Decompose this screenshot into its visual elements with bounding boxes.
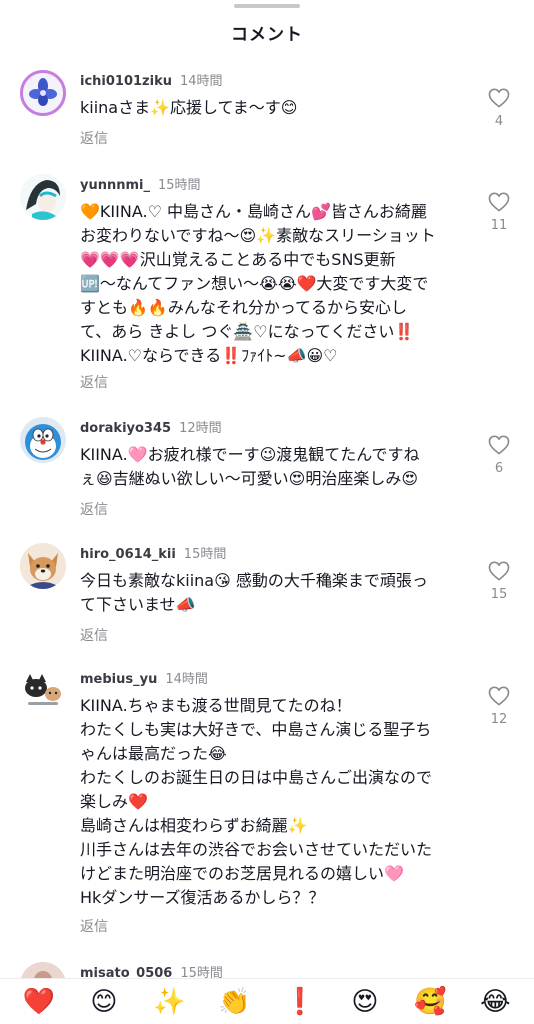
avatar-cats-illustration: [20, 668, 66, 714]
username[interactable]: ichi0101ziku: [80, 74, 172, 89]
like-count: 6: [494, 461, 504, 476]
like-count: 4: [494, 114, 504, 129]
like-count: 12: [490, 712, 508, 727]
emoji-sparkles-button[interactable]: ✨: [141, 987, 197, 1017]
timestamp: 15時間: [158, 178, 201, 193]
emoji-clapping-button[interactable]: 👏: [206, 987, 262, 1017]
heart-outline-icon: [488, 435, 510, 455]
avatar[interactable]: [20, 543, 66, 589]
comment-text: KIINA.ちゃまも渡る世間見てたのね！ わたくしも実は大好きで、中島さん演じる…: [80, 696, 433, 907]
timestamp: 12時間: [179, 421, 222, 436]
emoji-exclamation-button[interactable]: ❗: [272, 987, 328, 1017]
avatar[interactable]: [20, 668, 66, 714]
avatar-character-image: [20, 174, 66, 220]
comment-list[interactable]: ichi0101ziku 14時間 kiinaさま✨応援してま〜す😊 返信 4: [0, 60, 534, 978]
comment-text: kiinaさま✨応援してま〜す😊: [80, 98, 298, 117]
reply-button[interactable]: 返信: [80, 499, 108, 519]
like-button[interactable]: 6: [480, 435, 518, 476]
comment-header: dorakiyo345 12時間: [80, 417, 222, 436]
comment-header: yunnnmi_ 15時間: [80, 174, 201, 193]
like-count: 15: [490, 587, 508, 602]
comment-header: mebius_yu 14時間: [80, 668, 208, 687]
emoji-heart-eyes-button[interactable]: 😍: [337, 987, 393, 1017]
avatar[interactable]: [20, 962, 66, 978]
comment-header: ichi0101ziku 14時間: [80, 70, 223, 89]
heart-outline-icon: [488, 192, 510, 212]
emoji-smiling-hearts-button[interactable]: 🥰: [402, 987, 458, 1017]
username[interactable]: mebius_yu: [80, 672, 157, 687]
like-count: 11: [490, 218, 508, 233]
avatar-robot-cat-image: [20, 417, 66, 463]
reply-button[interactable]: 返信: [80, 372, 108, 392]
avatar[interactable]: [20, 417, 66, 463]
timestamp: 14時間: [179, 74, 223, 89]
timestamp: 15時間: [180, 966, 223, 978]
sheet-title: コメント: [231, 25, 303, 45]
emoji-heart-button[interactable]: ❤️: [11, 987, 67, 1017]
like-button[interactable]: 11: [480, 192, 518, 233]
heart-outline-icon: [488, 561, 510, 581]
avatar[interactable]: [20, 174, 66, 220]
heart-outline-icon: [488, 686, 510, 706]
reply-button[interactable]: 返信: [80, 128, 108, 148]
emoji-smiling-face-button[interactable]: 😊: [76, 987, 132, 1017]
username[interactable]: misato_0506: [80, 966, 172, 978]
comments-sheet: コメント ichi0101ziku 14時間 kiinaさま✨応援してま〜す😊 返…: [0, 0, 534, 1024]
like-button[interactable]: 15: [480, 561, 518, 602]
like-button[interactable]: 4: [480, 88, 518, 129]
username[interactable]: hiro_0614_kii: [80, 547, 176, 562]
avatar-photo-image: [20, 962, 66, 978]
timestamp: 15時間: [183, 547, 227, 562]
comment-text: 今日も素敵なkiina😘 感動の大千穐楽まで頑張っ て下さいませ📣: [80, 571, 428, 614]
reply-button[interactable]: 返信: [80, 625, 108, 645]
emoji-tears-of-joy-button[interactable]: 😂: [467, 987, 523, 1017]
reply-button[interactable]: 返信: [80, 916, 108, 936]
avatar[interactable]: [20, 70, 66, 116]
comment-text: 🧡KIINA.♡ 中島さん・島崎さん💕皆さんお綺麗 お変わりないですね〜😍✨素敵…: [80, 202, 436, 365]
timestamp: 14時間: [165, 672, 208, 687]
avatar-flower-image: [23, 73, 63, 113]
username[interactable]: dorakiyo345: [80, 421, 171, 436]
like-button[interactable]: 12: [480, 686, 518, 727]
quick-emoji-bar: ❤️ 😊 ✨ 👏 ❗ 😍 🥰 😂: [0, 978, 534, 1024]
heart-outline-icon: [488, 88, 510, 108]
username[interactable]: yunnnmi_: [80, 178, 150, 193]
comment-header: hiro_0614_kii 15時間: [80, 543, 226, 562]
comment-header: misato_0506 15時間: [80, 962, 223, 978]
avatar-dog-image: [20, 543, 66, 589]
comment-text: KIINA.🩷お疲れ様でーす😉渡鬼観てたんですね ぇ😆吉継ぬい欲しい〜可愛い😍明…: [80, 445, 420, 488]
sheet-grabber[interactable]: [234, 4, 300, 8]
